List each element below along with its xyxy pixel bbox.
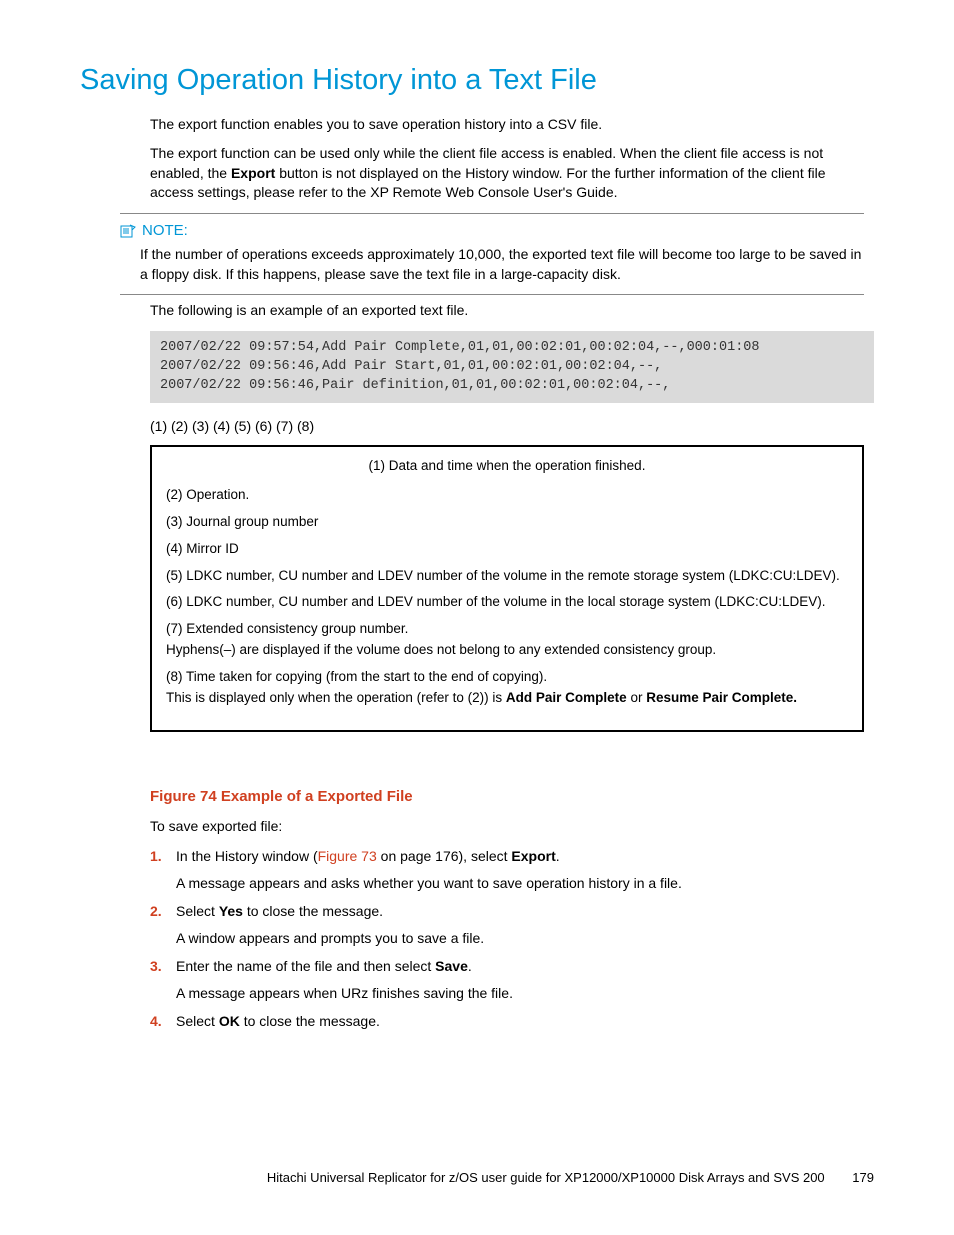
legend-item-8a: (8) Time taken for copying (from the sta… bbox=[166, 668, 848, 687]
legend-item-7b: Hyphens(–) are displayed if the volume d… bbox=[166, 641, 848, 660]
page-footer: Hitachi Universal Replicator for z/OS us… bbox=[0, 1169, 954, 1187]
text-run: or bbox=[627, 690, 647, 705]
step-number: 1. bbox=[150, 847, 162, 867]
text-run: . bbox=[468, 958, 472, 974]
legend-item-8b: This is displayed only when the operatio… bbox=[166, 689, 848, 708]
text-run: to close the message. bbox=[240, 1013, 380, 1029]
legend-item-2: (2) Operation. bbox=[166, 486, 848, 505]
page-number: 179 bbox=[852, 1169, 874, 1187]
note-body: If the number of operations exceeds appr… bbox=[140, 245, 864, 284]
note-icon bbox=[120, 223, 136, 237]
step-followup: A message appears when URz finishes savi… bbox=[176, 984, 874, 1004]
step-3: 3. Enter the name of the file and then s… bbox=[150, 957, 874, 1004]
divider bbox=[120, 294, 864, 295]
intro-paragraph-2: The export function can be used only whi… bbox=[150, 144, 864, 203]
text-bold: Save bbox=[435, 958, 468, 974]
divider bbox=[120, 213, 864, 214]
note-label: NOTE: bbox=[142, 220, 188, 241]
text-bold: Export bbox=[511, 848, 555, 864]
text-bold: Yes bbox=[219, 903, 243, 919]
text-run: Select bbox=[176, 1013, 219, 1029]
text-run: on page 176), select bbox=[377, 848, 512, 864]
export-bold: Export bbox=[231, 165, 275, 181]
steps-list: 1. In the History window (Figure 73 on p… bbox=[150, 847, 874, 1032]
text-run: to close the message. bbox=[243, 903, 383, 919]
legend-box: (1) Data and time when the operation fin… bbox=[150, 445, 864, 732]
code-block: 2007/02/22 09:57:54,Add Pair Complete,01… bbox=[150, 331, 874, 404]
step-number: 4. bbox=[150, 1012, 162, 1032]
step-2: 2. Select Yes to close the message. A wi… bbox=[150, 902, 874, 949]
page-title: Saving Operation History into a Text Fil… bbox=[80, 60, 874, 101]
footer-text: Hitachi Universal Replicator for z/OS us… bbox=[267, 1170, 825, 1185]
text-run: . bbox=[556, 848, 560, 864]
columns-label: (1) (2) (3) (4) (5) (6) (7) (8) bbox=[150, 417, 874, 437]
step-1: 1. In the History window (Figure 73 on p… bbox=[150, 847, 874, 894]
figure-73-link[interactable]: Figure 73 bbox=[318, 848, 377, 864]
legend-item-5: (5) LDKC number, CU number and LDEV numb… bbox=[166, 567, 848, 586]
save-intro: To save exported file: bbox=[150, 817, 864, 837]
legend-item-1: (1) Data and time when the operation fin… bbox=[166, 457, 848, 476]
text-run: In the History window ( bbox=[176, 848, 318, 864]
example-intro: The following is an example of an export… bbox=[150, 301, 864, 321]
text-run: This is displayed only when the operatio… bbox=[166, 690, 506, 705]
step-followup: A message appears and asks whether you w… bbox=[176, 874, 874, 894]
step-followup: A window appears and prompts you to save… bbox=[176, 929, 874, 949]
note-block: NOTE: If the number of operations exceed… bbox=[120, 213, 864, 295]
step-number: 2. bbox=[150, 902, 162, 922]
text-run: Enter the name of the file and then sele… bbox=[176, 958, 435, 974]
text-bold: Resume Pair Complete. bbox=[646, 690, 797, 705]
step-4: 4. Select OK to close the message. bbox=[150, 1012, 874, 1032]
step-number: 3. bbox=[150, 957, 162, 977]
intro-paragraph-1: The export function enables you to save … bbox=[150, 115, 864, 135]
figure-caption: Figure 74 Example of a Exported File bbox=[150, 786, 874, 807]
legend-item-7a: (7) Extended consistency group number. bbox=[166, 620, 848, 639]
text-bold: OK bbox=[219, 1013, 240, 1029]
legend-item-4: (4) Mirror ID bbox=[166, 540, 848, 559]
legend-item-3: (3) Journal group number bbox=[166, 513, 848, 532]
text-run: Select bbox=[176, 903, 219, 919]
legend-item-6: (6) LDKC number, CU number and LDEV numb… bbox=[166, 593, 848, 612]
text-bold: Add Pair Complete bbox=[506, 690, 627, 705]
